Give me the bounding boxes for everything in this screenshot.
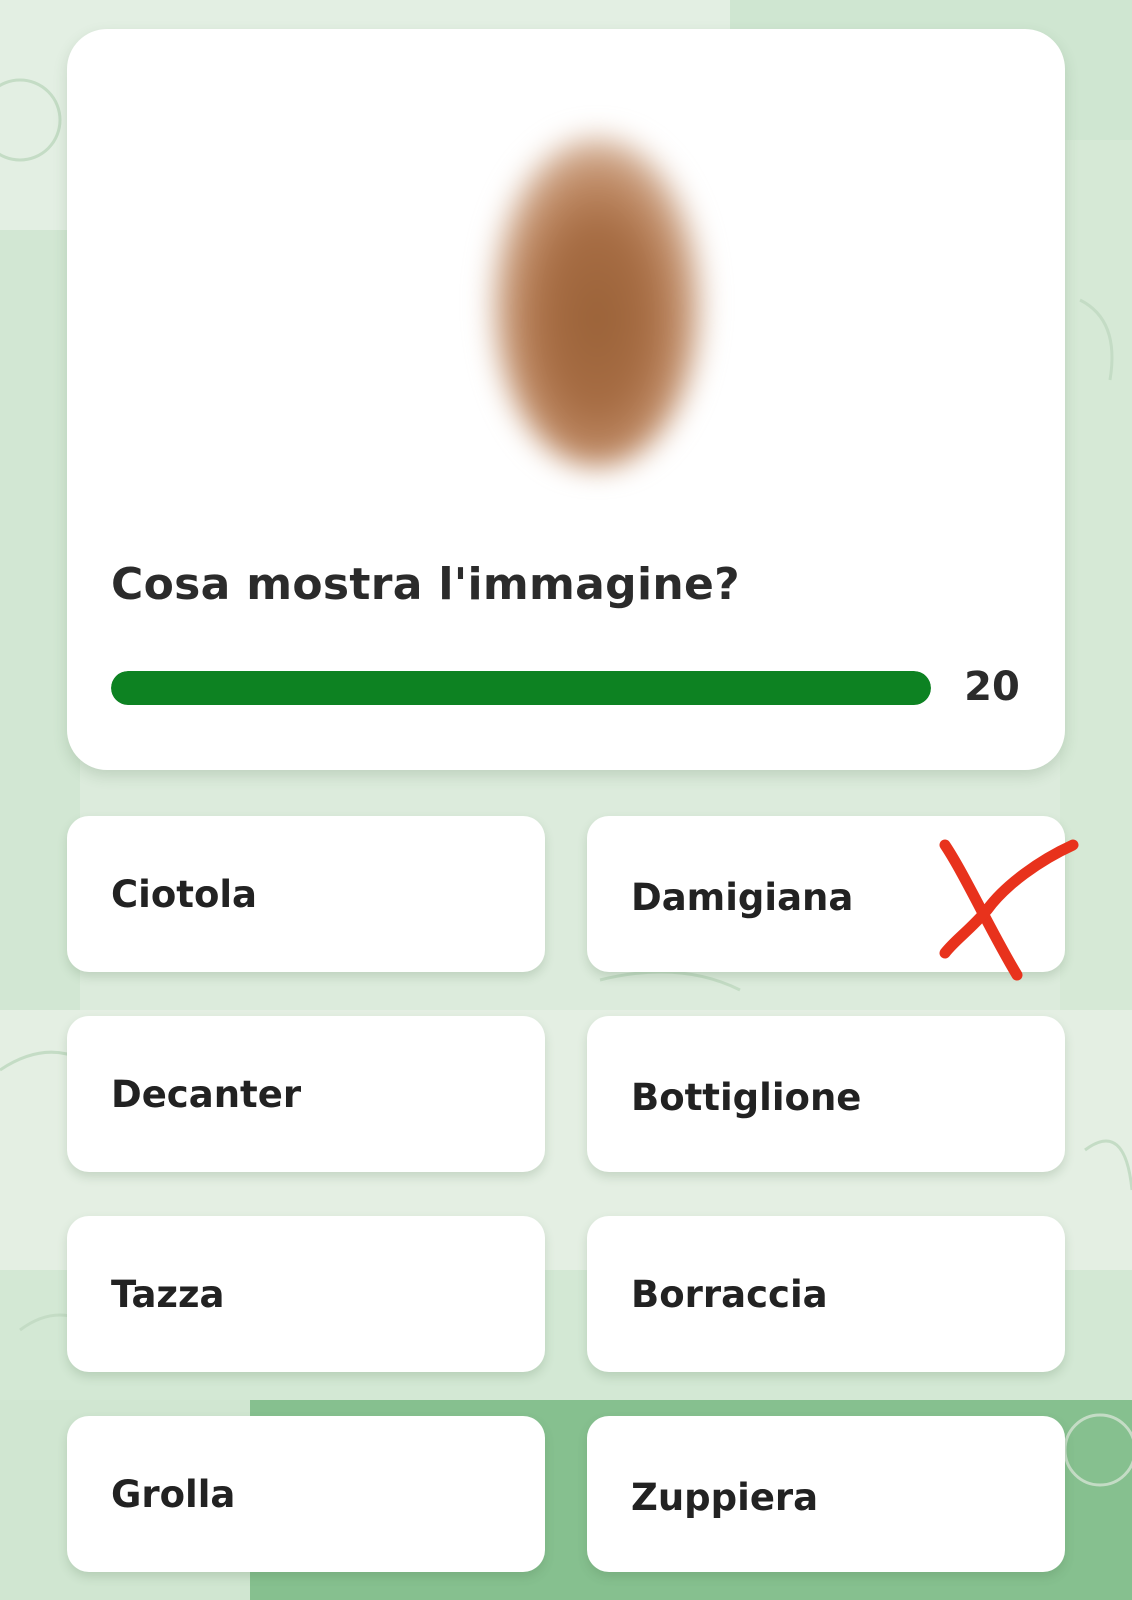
blurred-object-image [492, 137, 702, 468]
timer-bar [111, 671, 931, 705]
answer-label: Damigiana [631, 875, 854, 919]
answer-label: Tazza [111, 1272, 225, 1316]
answer-label: Borraccia [631, 1272, 828, 1316]
timer-bar-fill [111, 671, 931, 705]
answer-button-2[interactable]: Damigiana [587, 816, 1065, 972]
answer-label: Decanter [111, 1072, 302, 1116]
answer-button-1[interactable]: Ciotola [67, 816, 545, 972]
timer-value: 20 [964, 664, 1020, 710]
answer-button-7[interactable]: Grolla [67, 1416, 545, 1572]
answer-label: Grolla [111, 1472, 236, 1516]
answer-button-8[interactable]: Zuppiera [587, 1416, 1065, 1572]
answer-button-5[interactable]: Tazza [67, 1216, 545, 1372]
answer-button-4[interactable]: Bottiglione [587, 1016, 1065, 1172]
question-image [427, 84, 767, 504]
question-card: Cosa mostra l'immagine? 20 [67, 29, 1065, 770]
answer-label: Ciotola [111, 872, 258, 916]
answer-label: Zuppiera [631, 1475, 819, 1519]
answer-button-3[interactable]: Decanter [67, 1016, 545, 1172]
answer-label: Bottiglione [631, 1075, 862, 1119]
answer-button-6[interactable]: Borraccia [587, 1216, 1065, 1372]
question-text: Cosa mostra l'immagine? [111, 559, 740, 610]
